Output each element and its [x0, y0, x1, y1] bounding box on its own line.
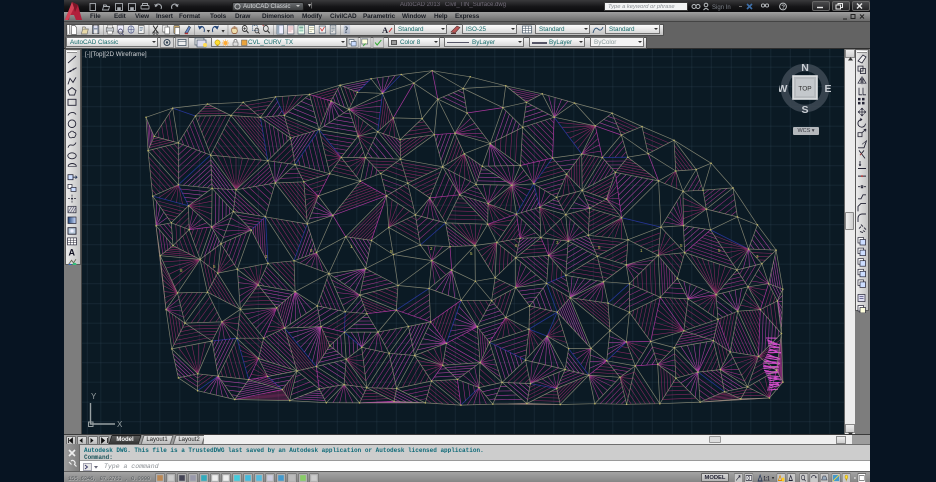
svg-text:2: 2 — [430, 246, 433, 251]
svg-text:5: 5 — [470, 251, 473, 256]
svg-text:1:1: 1:1 — [764, 475, 770, 482]
svg-text:A: A — [382, 25, 389, 35]
svg-text:1: 1 — [640, 248, 643, 253]
svg-text:8: 8 — [310, 248, 313, 253]
svg-text:?: ? — [344, 25, 348, 35]
svg-text:5: 5 — [213, 264, 216, 269]
svg-text:E: E — [824, 83, 831, 95]
svg-text:8: 8 — [515, 243, 518, 248]
svg-text:Y: Y — [91, 392, 97, 401]
svg-text:Sign In: Sign In — [712, 5, 731, 11]
svg-text:N: N — [801, 63, 809, 74]
svg-text:5: 5 — [680, 243, 683, 248]
svg-text:X: X — [117, 420, 123, 429]
svg-text:A: A — [69, 248, 76, 258]
svg-text:S: S — [801, 104, 808, 115]
svg-text:?: ? — [781, 5, 785, 11]
svg-text:W: W — [779, 83, 788, 95]
svg-text:TOP: TOP — [798, 86, 811, 93]
svg-text:3: 3 — [556, 240, 559, 245]
svg-text:5: 5 — [598, 245, 601, 250]
